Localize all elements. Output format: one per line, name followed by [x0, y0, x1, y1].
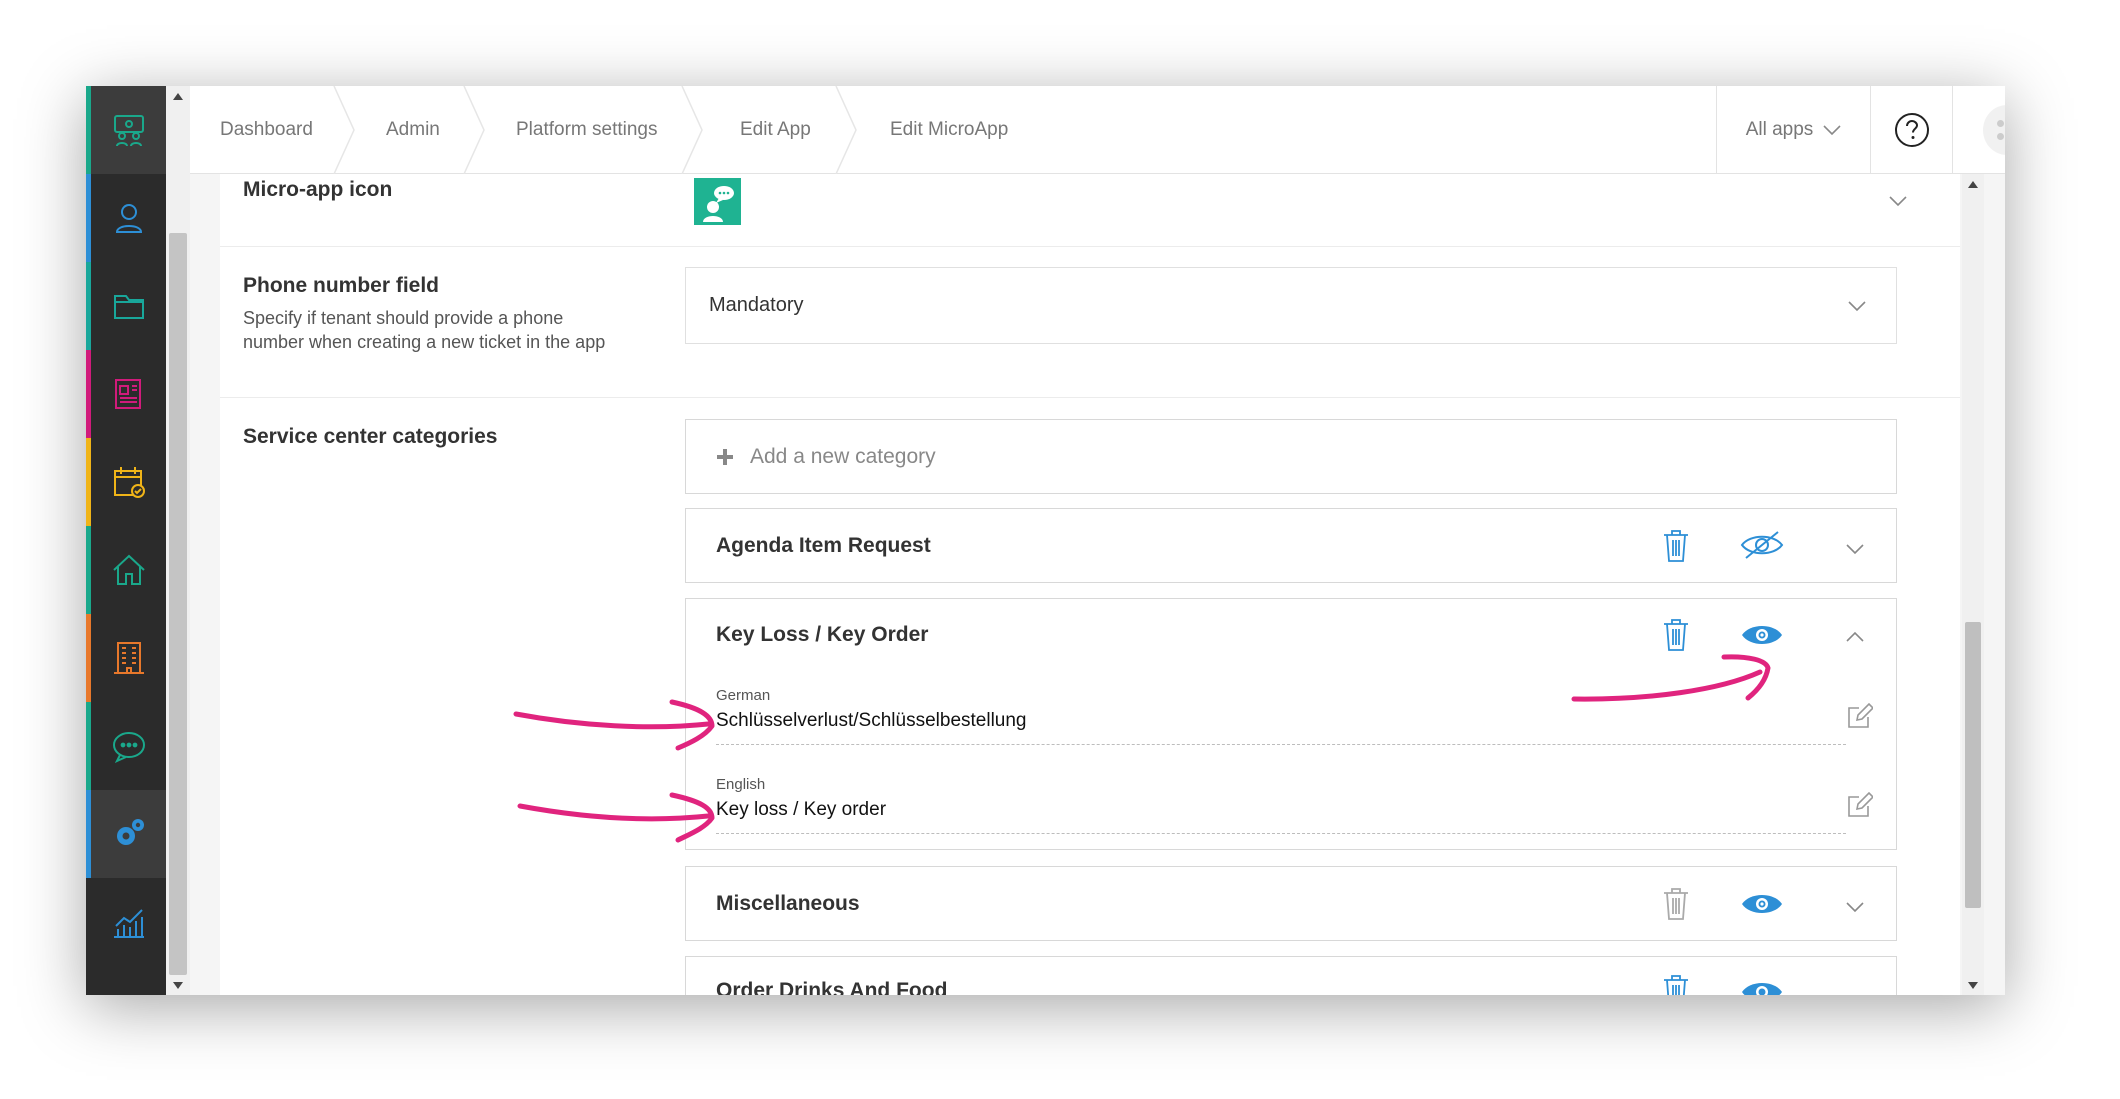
chevron-down-icon[interactable]: [1889, 195, 1907, 207]
people-group-icon: [113, 115, 144, 147]
settings-panel: Micro-app icon Phone number field Specif…: [220, 174, 1960, 995]
phone-number-select[interactable]: Mandatory: [685, 267, 1897, 344]
eye-visible-icon[interactable]: [1740, 890, 1784, 918]
scroll-up-arrow-icon[interactable]: [173, 93, 183, 100]
plus-icon: [717, 449, 733, 465]
eye-hidden-icon[interactable]: [1740, 530, 1784, 560]
trash-icon[interactable]: [1661, 887, 1691, 921]
breadcrumb-separator: [333, 86, 355, 174]
category-title: Order Drinks And Food: [716, 979, 948, 995]
breadcrumb-platform-settings[interactable]: Platform settings: [516, 86, 658, 174]
category-card-expanded: Key Loss / Key Order German Schlüsselver…: [685, 598, 1897, 850]
service-center-categories-label: Service center categories: [243, 425, 498, 448]
edit-icon[interactable]: [1847, 792, 1873, 818]
breadcrumb-edit-app[interactable]: Edit App: [740, 86, 811, 174]
analytics-chart-icon: [113, 909, 144, 938]
outer-scrollbar[interactable]: [166, 86, 190, 995]
all-apps-dropdown[interactable]: All apps: [1716, 86, 1870, 174]
phone-number-select-value: Mandatory: [709, 294, 804, 316]
person-icon: [115, 204, 142, 233]
building-icon: [113, 642, 144, 674]
description-line: Specify if tenant should provide a phone: [243, 308, 564, 328]
micro-app-icon-preview[interactable]: [694, 178, 741, 225]
micro-app-icon-label: Micro-app icon: [243, 178, 393, 201]
main-content: Micro-app icon Phone number field Specif…: [190, 174, 1981, 995]
avatar: [1983, 105, 2005, 155]
chevron-up-icon[interactable]: [1846, 631, 1864, 643]
rail-item-users[interactable]: [86, 174, 166, 262]
category-card[interactable]: Agenda Item Request: [685, 508, 1897, 583]
content-scrollbar-thumb[interactable]: [1965, 622, 1981, 908]
add-category-label: Add a new category: [750, 445, 936, 468]
chevron-down-icon[interactable]: [1846, 543, 1864, 555]
calendar-check-icon: [113, 467, 145, 498]
category-card[interactable]: Order Drinks And Food: [685, 956, 1897, 995]
phone-number-field-description: Specify if tenant should provide a phone…: [243, 306, 605, 354]
breadcrumb-separator: [463, 86, 485, 174]
category-title: Miscellaneous: [716, 892, 860, 915]
eye-visible-icon[interactable]: [1740, 621, 1784, 649]
translation-value[interactable]: Key loss / Key order: [716, 799, 886, 821]
rail-item-chat[interactable]: [86, 702, 166, 790]
scroll-down-arrow-icon[interactable]: [173, 982, 183, 989]
breadcrumb-dashboard[interactable]: Dashboard: [220, 86, 313, 174]
eye-visible-icon[interactable]: [1740, 978, 1784, 995]
breadcrumb-edit-microapp: Edit MicroApp: [890, 119, 1009, 140]
content-scrollbar[interactable]: [1962, 174, 1984, 995]
rail-item-news[interactable]: [86, 350, 166, 438]
all-apps-label: All apps: [1745, 119, 1814, 140]
gears-icon: [116, 819, 144, 845]
rail-item-bookings[interactable]: [86, 438, 166, 526]
rail-item-settings[interactable]: [86, 790, 166, 878]
scroll-down-arrow-icon[interactable]: [1968, 982, 1978, 989]
breadcrumb-admin[interactable]: Admin: [386, 86, 440, 174]
field-underline: [716, 833, 1846, 834]
rail-item-community[interactable]: [86, 86, 166, 174]
folder-icon: [113, 295, 144, 319]
chevron-down-icon: [1823, 125, 1841, 136]
home-icon: [112, 554, 145, 585]
app-rail: [86, 86, 166, 995]
app-window: Dashboard Admin Platform settings Edit A…: [86, 86, 2005, 995]
help-icon: [1894, 113, 1929, 147]
trash-icon[interactable]: [1661, 974, 1691, 995]
rail-item-buildings[interactable]: [86, 614, 166, 702]
phone-number-field-label: Phone number field: [243, 274, 440, 297]
trash-icon[interactable]: [1661, 529, 1691, 563]
breadcrumb-separator: [835, 86, 857, 174]
rail-item-analytics[interactable]: [86, 878, 166, 966]
news-icon: [114, 379, 141, 409]
translation-value[interactable]: Schlüsselverlust/Schlüsselbestellung: [716, 710, 1027, 732]
rail-item-documents[interactable]: [86, 262, 166, 350]
row-divider: [220, 397, 1960, 398]
scroll-up-arrow-icon[interactable]: [1968, 181, 1978, 188]
trash-icon[interactable]: [1661, 618, 1691, 652]
help-button[interactable]: [1870, 86, 1952, 174]
add-category-button[interactable]: Add a new category: [685, 419, 1897, 494]
user-menu[interactable]: [1952, 86, 2005, 174]
breadcrumb-separator: [681, 86, 703, 174]
outer-scrollbar-thumb[interactable]: [169, 233, 187, 975]
top-bar: Dashboard Admin Platform settings Edit A…: [190, 86, 2005, 174]
translation-language: English: [716, 776, 766, 793]
chevron-down-icon[interactable]: [1846, 901, 1864, 913]
chat-bubble-icon: [112, 732, 145, 764]
chevron-down-icon: [1848, 301, 1866, 312]
translation-language: German: [716, 687, 771, 704]
service-chat-icon: [703, 186, 734, 222]
rail-item-home[interactable]: [86, 526, 166, 614]
category-title: Key Loss / Key Order: [716, 623, 929, 646]
category-card[interactable]: Miscellaneous: [685, 866, 1897, 941]
edit-icon[interactable]: [1847, 703, 1873, 729]
description-line: number when creating a new ticket in the…: [243, 332, 606, 352]
field-underline: [716, 744, 1846, 745]
row-divider: [220, 246, 1960, 247]
category-title: Agenda Item Request: [716, 534, 931, 557]
